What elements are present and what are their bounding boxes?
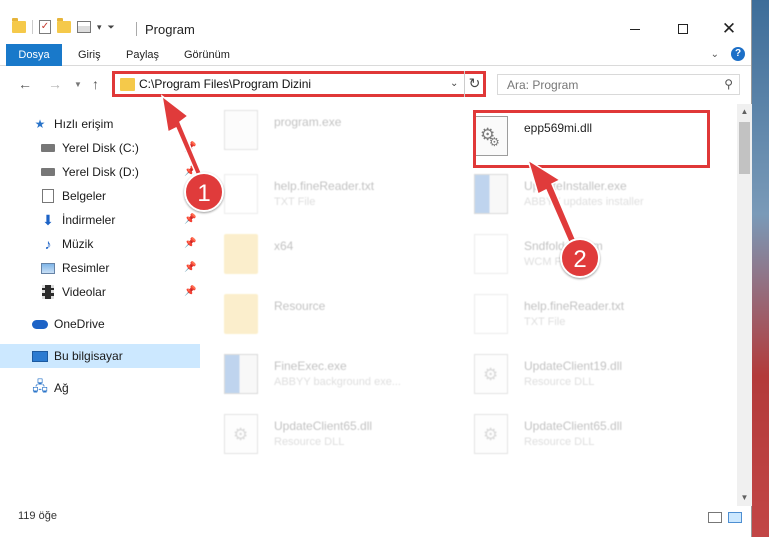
annotation-arrow-1 [160,94,581,256]
annotation-badge-1: 1 [184,172,224,212]
annotation-badge-2: 2 [560,238,600,278]
